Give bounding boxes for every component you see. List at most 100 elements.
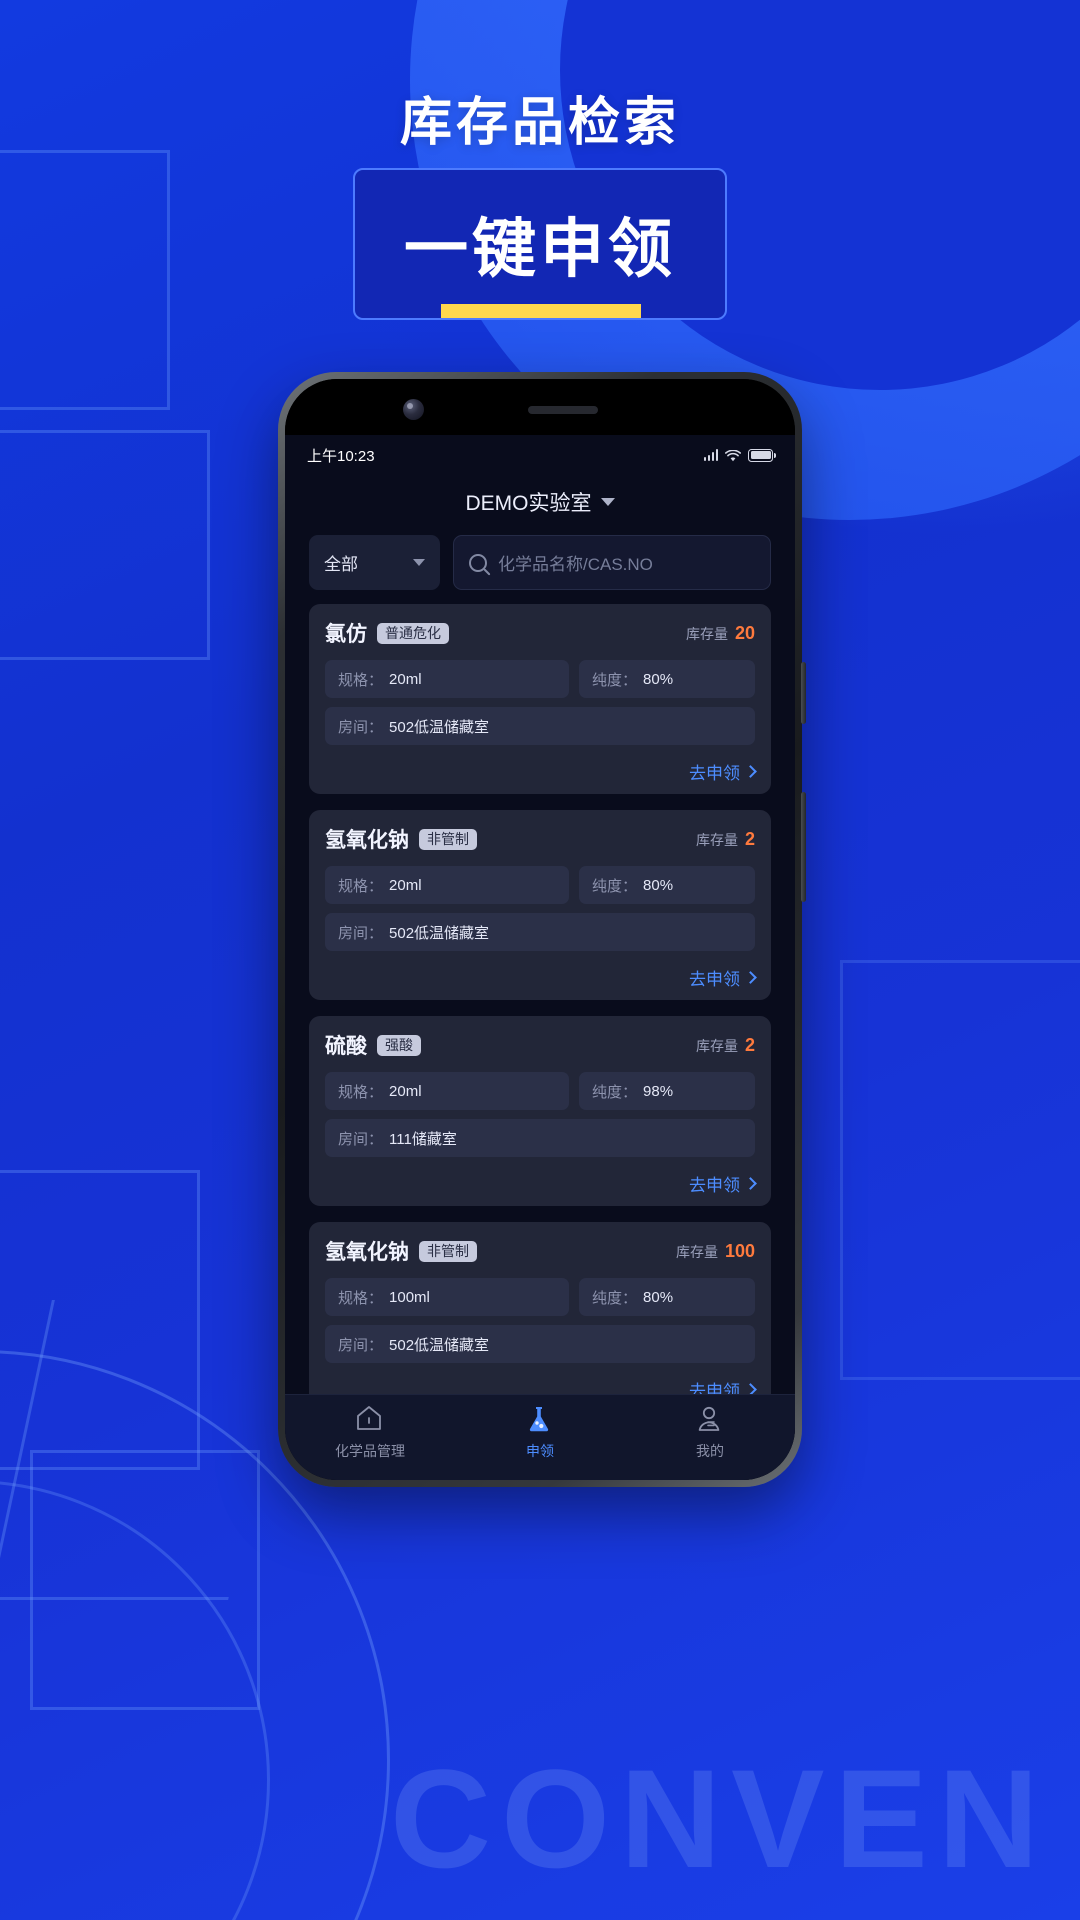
spec-label: 规格： <box>338 671 384 689</box>
tab-chemical-management[interactable]: 化学品管理 <box>285 1405 455 1461</box>
spec-value: 20ml <box>389 876 422 894</box>
wifi-icon <box>725 449 741 462</box>
purity-label: 纯度： <box>592 1083 638 1101</box>
front-camera-icon <box>403 399 424 420</box>
room-label: 房间： <box>338 1130 384 1148</box>
stock-label: 库存量 <box>685 625 728 642</box>
promo-badge-underline <box>441 304 641 318</box>
decor-square-5 <box>840 960 1080 1380</box>
stock-value: 2 <box>744 828 755 849</box>
phone-notch-area <box>285 379 795 435</box>
card-header: 氯仿 普通危化 库存量 20 <box>325 618 755 648</box>
purity-value: 80% <box>643 670 674 688</box>
spec-value: 20ml <box>389 1082 422 1100</box>
inventory-list[interactable]: 氯仿 普通危化 库存量 20 规格： 20ml 纯度： 80% 房间： 502低… <box>285 604 795 1394</box>
purity-label: 纯度： <box>592 877 638 895</box>
spec-field: 规格： 20ml <box>325 1072 569 1110</box>
spec-field: 规格： 20ml <box>325 866 569 904</box>
card-fields-row: 规格： 20ml 纯度： 80% <box>325 866 755 904</box>
chevron-right-icon[interactable] <box>744 765 757 778</box>
chevron-down-icon <box>413 559 425 566</box>
purity-value: 98% <box>643 1082 674 1100</box>
stock-badge: 库存量 100 <box>676 1241 755 1262</box>
chevron-right-icon[interactable] <box>744 1383 757 1394</box>
room-field: 房间： 502低温储藏室 <box>325 1325 755 1363</box>
chemical-name: 氯仿 <box>325 623 367 646</box>
room-value: 502低温储藏室 <box>389 718 490 736</box>
room-value: 111储藏室 <box>389 1130 457 1148</box>
stock-value: 20 <box>734 622 755 643</box>
phone-side-button-up <box>801 662 806 724</box>
decor-square-1 <box>0 150 170 410</box>
room-field: 房间： 111储藏室 <box>325 1119 755 1157</box>
apply-link[interactable]: 去申领 <box>689 1377 740 1394</box>
tab-profile[interactable]: 我的 <box>625 1405 795 1461</box>
stock-badge: 库存量 2 <box>696 1035 755 1056</box>
flask-icon <box>525 1405 555 1435</box>
chevron-right-icon[interactable] <box>744 1177 757 1190</box>
card-fields-row: 规格： 20ml 纯度： 80% <box>325 660 755 698</box>
chevron-right-icon[interactable] <box>744 971 757 984</box>
room-value: 502低温储藏室 <box>389 924 490 942</box>
tab-apply[interactable]: 申领 <box>455 1405 625 1461</box>
purity-label: 纯度： <box>592 671 638 689</box>
card-footer[interactable]: 去申领 <box>325 965 757 990</box>
promo-title: 库存品检索 <box>399 94 680 152</box>
stock-label: 库存量 <box>695 831 738 848</box>
category-filter-label: 全部 <box>324 555 358 574</box>
spec-value: 100ml <box>389 1288 430 1306</box>
card-footer[interactable]: 去申领 <box>325 1377 757 1394</box>
purity-label: 纯度： <box>592 1289 638 1307</box>
search-input[interactable]: 化学品名称/CAS.NO <box>453 535 771 590</box>
bottom-tab-bar: 化学品管理 申领 我的 <box>285 1394 795 1480</box>
phone-mockup: 上午10:23 DEMO实验室 全部 化学品名称/CAS.NO 氯仿 普通危化 … <box>278 372 806 1487</box>
apply-link[interactable]: 去申领 <box>689 965 740 990</box>
tab-label: 化学品管理 <box>335 1443 405 1459</box>
watermark-text: CONVEN <box>390 1740 1049 1897</box>
stock-badge: 库存量 20 <box>686 623 755 644</box>
hazard-tag: 非管制 <box>419 1240 477 1262</box>
app-header: DEMO实验室 <box>285 475 795 529</box>
stock-value: 2 <box>744 1034 755 1055</box>
list-item[interactable]: 硫酸 强酸 库存量 2 规格： 20ml 纯度： 98% 房间： 111储藏室 … <box>309 1016 771 1206</box>
room-label: 房间： <box>338 718 384 736</box>
search-placeholder: 化学品名称/CAS.NO <box>498 555 653 574</box>
room-label: 房间： <box>338 924 384 942</box>
card-fields-row: 规格： 20ml 纯度： 98% <box>325 1072 755 1110</box>
stock-badge: 库存量 2 <box>696 829 755 850</box>
phone-side-button-down <box>801 792 806 902</box>
user-icon <box>695 1405 725 1435</box>
list-item[interactable]: 氢氧化钠 非管制 库存量 100 规格： 100ml 纯度： 80% 房间： 5… <box>309 1222 771 1394</box>
chemical-name: 氢氧化钠 <box>325 829 409 852</box>
purity-field: 纯度： 80% <box>579 1278 755 1316</box>
spec-field: 规格： 20ml <box>325 660 569 698</box>
purity-value: 80% <box>643 1288 674 1306</box>
chemical-name: 氢氧化钠 <box>325 1241 409 1264</box>
card-header: 氢氧化钠 非管制 库存量 2 <box>325 824 755 854</box>
hazard-tag: 强酸 <box>377 1034 421 1056</box>
chevron-down-icon[interactable] <box>600 498 615 506</box>
spec-label: 规格： <box>338 1289 384 1307</box>
lab-name-title[interactable]: DEMO实验室 <box>466 487 592 517</box>
card-footer[interactable]: 去申领 <box>325 1171 757 1196</box>
card-header: 氢氧化钠 非管制 库存量 100 <box>325 1236 755 1266</box>
spec-value: 20ml <box>389 670 422 688</box>
list-item[interactable]: 氢氧化钠 非管制 库存量 2 规格： 20ml 纯度： 80% 房间： 502低… <box>309 810 771 1000</box>
category-filter-select[interactable]: 全部 <box>309 535 440 590</box>
apply-link[interactable]: 去申领 <box>689 1171 740 1196</box>
purity-field: 纯度： 80% <box>579 660 755 698</box>
card-footer[interactable]: 去申领 <box>325 759 757 784</box>
room-field: 房间： 502低温储藏室 <box>325 913 755 951</box>
spec-label: 规格： <box>338 1083 384 1101</box>
room-value: 502低温储藏室 <box>389 1336 490 1354</box>
stock-label: 库存量 <box>695 1037 738 1054</box>
stock-label: 库存量 <box>675 1243 718 1260</box>
purity-value: 80% <box>643 876 674 894</box>
home-icon <box>355 1405 385 1435</box>
chemical-name: 硫酸 <box>325 1035 367 1058</box>
hazard-tag: 非管制 <box>419 828 477 850</box>
earpiece-speaker <box>528 406 598 414</box>
purity-field: 纯度： 80% <box>579 866 755 904</box>
apply-link[interactable]: 去申领 <box>689 759 740 784</box>
list-item[interactable]: 氯仿 普通危化 库存量 20 规格： 20ml 纯度： 80% 房间： 502低… <box>309 604 771 794</box>
